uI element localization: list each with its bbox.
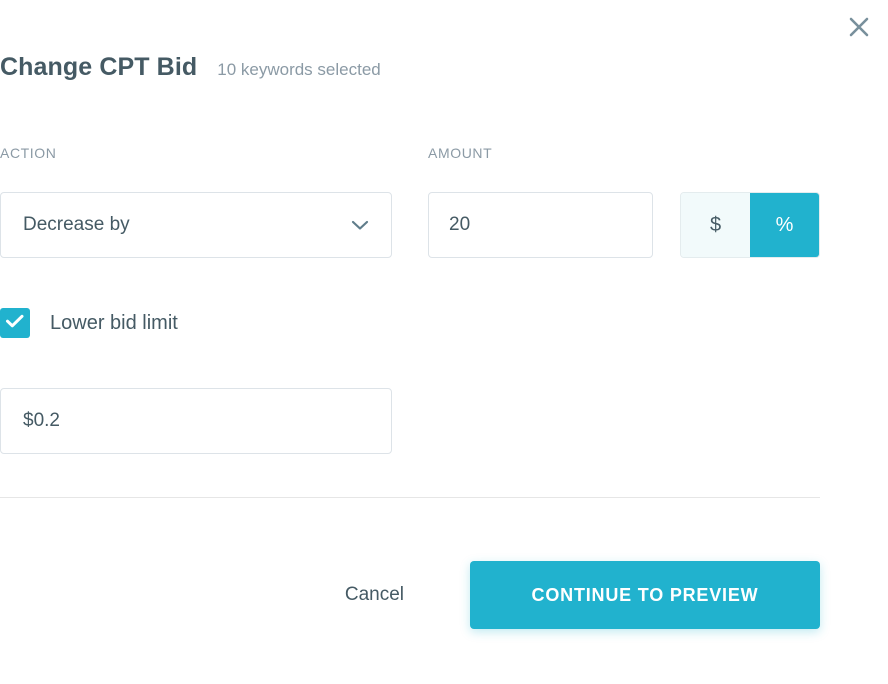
- action-select-value: Decrease by: [23, 214, 130, 235]
- unit-toggle-dollar[interactable]: $: [681, 193, 750, 257]
- unit-toggle-percent[interactable]: %: [750, 193, 819, 257]
- amount-label: AMOUNT: [428, 145, 493, 161]
- lower-bid-limit-checkbox-row[interactable]: Lower bid limit: [0, 308, 178, 338]
- controls-row: Decrease by 20 $ %: [0, 192, 888, 258]
- cancel-button[interactable]: Cancel: [331, 561, 418, 629]
- modal-header: Change CPT Bid 10 keywords selected: [0, 52, 381, 85]
- close-icon: [848, 16, 870, 38]
- continue-to-preview-button[interactable]: CONTINUE TO PREVIEW: [470, 561, 820, 629]
- close-button[interactable]: [842, 10, 876, 44]
- amount-input-value: 20: [449, 214, 471, 235]
- amount-input[interactable]: 20: [428, 192, 653, 258]
- action-label: ACTION: [0, 145, 57, 161]
- change-cpt-bid-modal: Change CPT Bid 10 keywords selected ACTI…: [0, 0, 888, 684]
- chevron-down-icon: [351, 219, 369, 231]
- page-title: Change CPT Bid: [0, 53, 198, 81]
- check-icon: [5, 313, 25, 334]
- unit-toggle-group: $ %: [680, 192, 820, 258]
- footer-divider: [0, 497, 820, 498]
- selection-count: 10 keywords selected: [217, 60, 381, 79]
- lower-bid-limit-input[interactable]: $0.2: [0, 388, 392, 454]
- lower-bid-limit-value: $0.2: [23, 410, 60, 431]
- modal-footer: Cancel CONTINUE TO PREVIEW: [0, 561, 820, 629]
- action-select[interactable]: Decrease by: [0, 192, 392, 258]
- lower-bid-limit-checkbox[interactable]: [0, 308, 30, 338]
- lower-bid-limit-label: Lower bid limit: [50, 311, 178, 334]
